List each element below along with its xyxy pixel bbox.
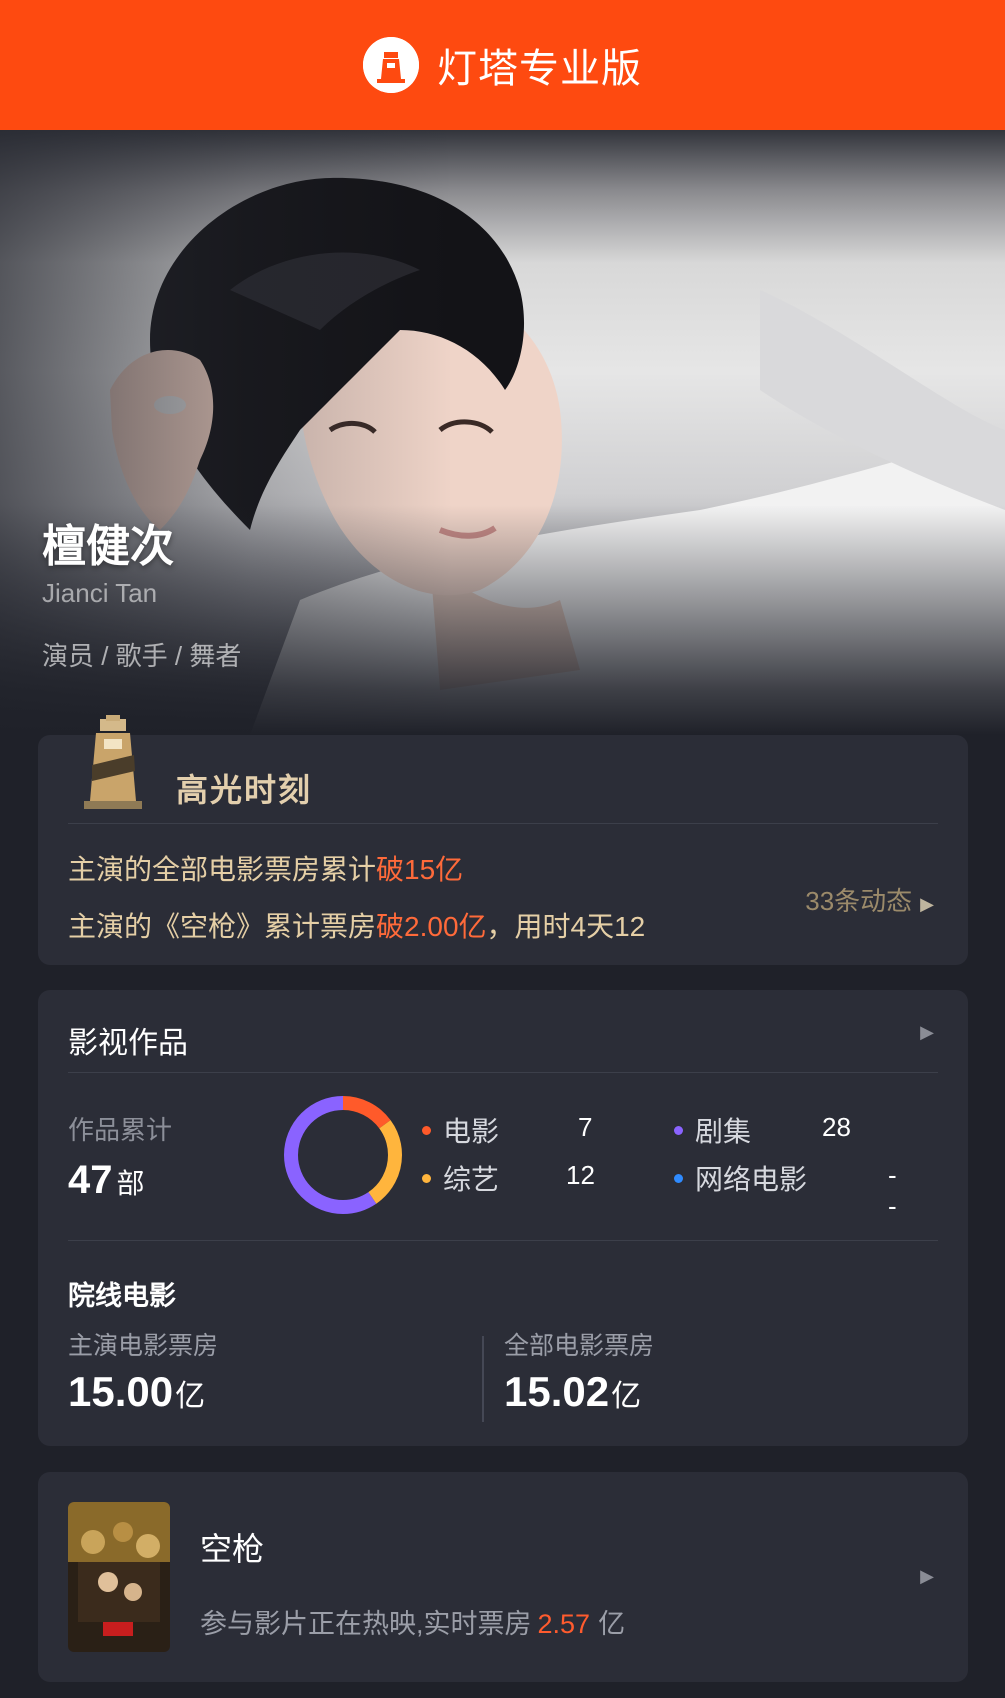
highlight-title: 高光时刻 — [176, 772, 313, 808]
divider — [482, 1336, 484, 1422]
film-title: 空枪 — [200, 1531, 265, 1567]
works-donut-chart — [284, 1096, 402, 1214]
all-box-office-value: 15.02亿 — [504, 1368, 642, 1415]
divider — [68, 823, 938, 824]
film-more-arrow-icon[interactable]: ▶ — [920, 1566, 934, 1587]
person-name: 檀健次 — [42, 522, 174, 571]
film-status: 参与影片正在热映,实时票房 2.57 亿 — [200, 1609, 626, 1639]
legend-item-series: 剧集 — [674, 1110, 751, 1150]
lighthouse-badge-icon — [84, 715, 142, 809]
person-roles: 演员 / 歌手 / 舞者 — [42, 641, 242, 671]
highlight-item: 主演的《空枪》累计票房破2.00亿，用时4天12 — [68, 911, 646, 942]
legend-item-web-movie: 网络电影 — [674, 1158, 807, 1198]
legend-item-movie: 电影 — [422, 1110, 499, 1150]
play-arrow-icon: ▶ — [920, 894, 934, 914]
works-card: 影视作品 ▶ 作品累计 47 部 电影 7 剧集 28 综艺 12 网络电影 --… — [38, 990, 968, 1446]
legend-dot — [422, 1125, 431, 1135]
profile-hero: 檀健次 Jianci Tan 演员 / 歌手 / 舞者 — [0, 130, 1005, 735]
app-header: 灯塔专业版 — [0, 0, 1005, 130]
highlight-item: 主演的全部电影票房累计破15亿 — [68, 854, 464, 885]
theatrical-section-title: 院线电影 — [68, 1281, 176, 1311]
app-title: 灯塔专业版 — [437, 47, 642, 91]
now-showing-film-card[interactable]: 空枪 参与影片正在热映,实时票房 2.57 亿 ▶ — [38, 1472, 968, 1682]
legend-item-variety: 综艺 — [422, 1158, 499, 1198]
highlight-card[interactable]: 高光时刻 主演的全部电影票房累计破15亿 主演的《空枪》累计票房破2.00亿，用… — [38, 715, 968, 965]
lead-box-office-label: 主演电影票房 — [68, 1332, 219, 1360]
legend-dot — [674, 1125, 683, 1135]
works-more-arrow-icon[interactable]: ▶ — [920, 1022, 934, 1043]
works-title: 影视作品 — [68, 1027, 188, 1060]
legend-dot — [674, 1173, 683, 1183]
person-name-english: Jianci Tan — [42, 578, 158, 608]
lead-box-office-value: 15.00亿 — [68, 1368, 206, 1415]
works-total: 47 部 — [68, 1158, 145, 1202]
more-updates-link[interactable]: 33条动态 ▶ — [805, 881, 934, 918]
lighthouse-logo-icon — [363, 37, 419, 93]
divider — [68, 1072, 938, 1073]
film-poster — [68, 1502, 170, 1652]
works-total-label: 作品累计 — [68, 1115, 173, 1145]
legend-dot — [422, 1173, 431, 1183]
all-box-office-label: 全部电影票房 — [504, 1332, 655, 1360]
divider — [68, 1240, 938, 1241]
